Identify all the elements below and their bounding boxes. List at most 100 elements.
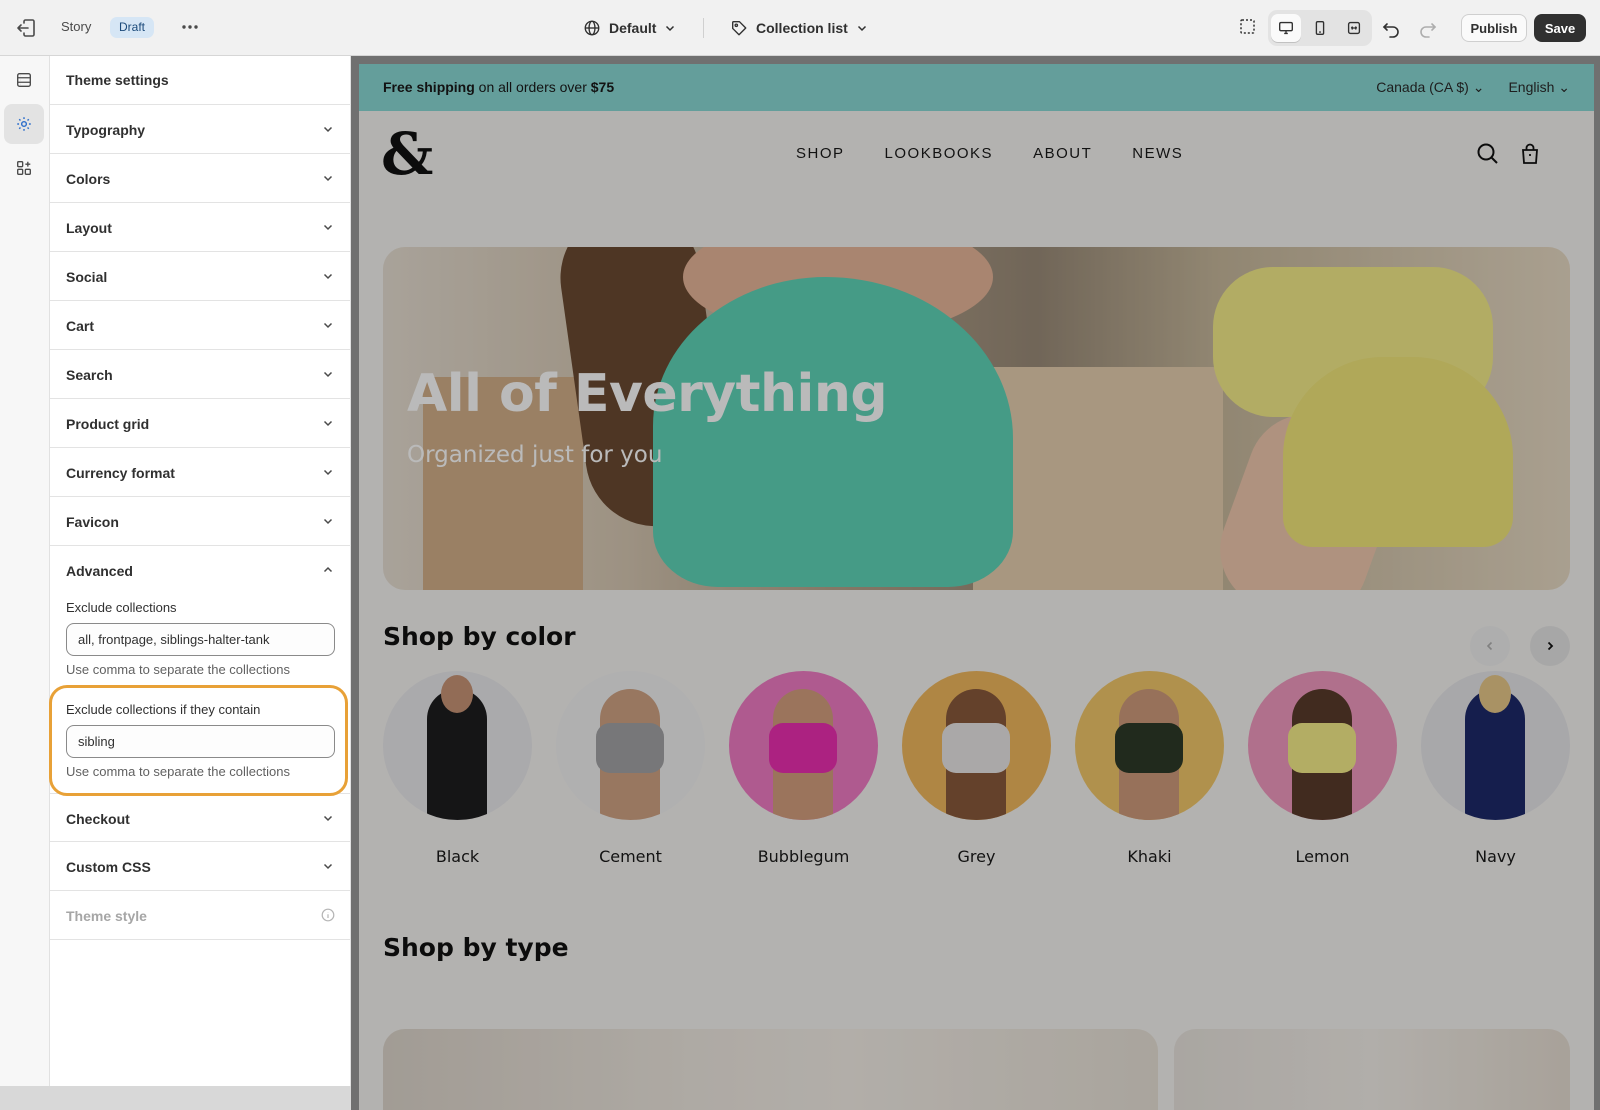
color-swatch-black[interactable]: Black bbox=[383, 671, 532, 866]
swatch-figure bbox=[441, 675, 473, 713]
exclude-contain-help: Use comma to separate the collections bbox=[66, 764, 290, 779]
carousel-prev-button[interactable] bbox=[1470, 626, 1510, 666]
save-button[interactable]: Save bbox=[1534, 14, 1586, 42]
chevron-down-icon bbox=[323, 371, 333, 378]
swatch-image bbox=[729, 671, 878, 820]
section-currency-format[interactable]: Currency format bbox=[50, 448, 351, 497]
nav-item-shop[interactable]: SHOP bbox=[796, 145, 845, 162]
swatch-image bbox=[556, 671, 705, 820]
language-selector[interactable]: English ⌄ bbox=[1508, 79, 1570, 96]
swatch-label: Lemon bbox=[1295, 847, 1350, 866]
swatch-figure bbox=[1479, 675, 1511, 713]
section-custom-css[interactable]: Custom CSS bbox=[50, 842, 351, 891]
hero-subtitle: Organized just for you bbox=[407, 442, 663, 468]
chevron-down-icon bbox=[323, 469, 333, 476]
nav-item-news[interactable]: NEWS bbox=[1132, 145, 1183, 162]
section-label: Currency format bbox=[66, 465, 175, 481]
draft-badge: Draft bbox=[110, 17, 155, 38]
swatch-figure bbox=[1288, 723, 1356, 773]
nav-item-about[interactable]: ABOUT bbox=[1033, 145, 1092, 162]
carousel-next-button[interactable] bbox=[1530, 626, 1570, 666]
mobile-icon[interactable] bbox=[1305, 14, 1335, 42]
color-swatch-cement[interactable]: Cement bbox=[556, 671, 705, 866]
country-selector[interactable]: Canada (CA $) ⌄ bbox=[1376, 79, 1484, 96]
section-favicon[interactable]: Favicon bbox=[50, 497, 351, 546]
color-swatch-khaki[interactable]: Khaki bbox=[1075, 671, 1224, 866]
section-label: Advanced bbox=[66, 563, 133, 579]
template-selector[interactable]: Collection list bbox=[730, 14, 868, 42]
section-label: Colors bbox=[66, 171, 111, 187]
announcement-bar: Free shipping on all orders over $75 Can… bbox=[359, 64, 1594, 111]
type-card[interactable] bbox=[383, 1029, 1158, 1110]
desktop-icon[interactable] bbox=[1271, 14, 1301, 42]
chevron-down-icon bbox=[666, 25, 675, 32]
editor-icon-rail bbox=[0, 56, 50, 1086]
globe-icon bbox=[584, 20, 600, 36]
chevron-down-icon bbox=[323, 420, 333, 427]
chevron-down-icon bbox=[323, 815, 333, 822]
section-label: Theme style bbox=[66, 908, 147, 924]
chevron-left-icon bbox=[1486, 641, 1493, 651]
swatch-label: Bubblegum bbox=[757, 847, 850, 866]
tag-icon bbox=[732, 21, 747, 36]
section-checkout[interactable]: Checkout bbox=[50, 793, 351, 842]
section-label: Cart bbox=[66, 318, 95, 334]
theme-settings-gear-icon[interactable] bbox=[4, 104, 44, 144]
store-logo[interactable]: & bbox=[381, 125, 433, 183]
theme-selector[interactable]: Default bbox=[583, 14, 676, 42]
section-product-grid[interactable]: Product grid bbox=[50, 399, 351, 448]
chevron-down-icon bbox=[323, 175, 333, 182]
section-label: Product grid bbox=[66, 416, 150, 432]
undo-icon[interactable] bbox=[1379, 16, 1403, 40]
publish-button[interactable]: Publish bbox=[1461, 14, 1527, 42]
nav-item-lookbooks[interactable]: LOOKBOOKS bbox=[885, 145, 994, 162]
inspector-icon[interactable] bbox=[1237, 16, 1261, 40]
search-icon[interactable] bbox=[1475, 141, 1501, 167]
apps-icon[interactable] bbox=[4, 148, 44, 188]
localization-selectors: Canada (CA $) ⌄ English ⌄ bbox=[1376, 79, 1570, 96]
exclude-contain-input[interactable] bbox=[66, 725, 335, 758]
fullwidth-icon[interactable] bbox=[1339, 14, 1369, 42]
section-colors[interactable]: Colors bbox=[50, 154, 351, 203]
exclude-contain-label: Exclude collections if they contain bbox=[66, 702, 261, 717]
swatch-label: Khaki bbox=[1127, 847, 1172, 866]
color-swatch-grey[interactable]: Grey bbox=[902, 671, 1051, 866]
topbar-divider bbox=[703, 18, 704, 38]
more-options-icon[interactable] bbox=[178, 15, 202, 39]
exclude-collections-input[interactable] bbox=[66, 623, 335, 656]
type-card[interactable] bbox=[1174, 1029, 1570, 1110]
section-advanced[interactable]: Advanced bbox=[50, 546, 351, 595]
exit-icon[interactable] bbox=[14, 16, 38, 40]
section-cart[interactable]: Cart bbox=[50, 301, 351, 350]
cart-bag-icon[interactable] bbox=[1517, 141, 1543, 167]
section-label: Favicon bbox=[66, 514, 119, 530]
info-icon[interactable] bbox=[321, 908, 335, 922]
template-selector-label: Collection list bbox=[756, 20, 848, 36]
chevron-down-icon bbox=[323, 518, 333, 525]
section-search[interactable]: Search bbox=[50, 350, 351, 399]
device-toggle-group bbox=[1268, 10, 1372, 46]
swatch-label: Grey bbox=[957, 847, 996, 866]
theme-settings-panel: Theme settings Typography Colors Layout … bbox=[50, 56, 351, 1086]
section-layout[interactable]: Layout bbox=[50, 203, 351, 252]
hero-title: All of Everything bbox=[407, 364, 888, 424]
section-theme-style: Theme style bbox=[50, 891, 351, 940]
section-social[interactable]: Social bbox=[50, 252, 351, 301]
hero-image-shape bbox=[1283, 357, 1513, 547]
storefront-preview: Free shipping on all orders over $75 Can… bbox=[359, 64, 1594, 1110]
swatch-label: Navy bbox=[1475, 847, 1516, 866]
section-label: Typography bbox=[66, 122, 146, 138]
shop-by-color-title: Shop by color bbox=[383, 622, 576, 651]
panel-title: Theme settings bbox=[66, 72, 169, 88]
announcement-text: Free shipping on all orders over $75 bbox=[383, 79, 615, 95]
chevron-down-icon bbox=[323, 224, 333, 231]
color-swatch-navy[interactable]: Navy bbox=[1421, 671, 1570, 866]
color-swatch-bubblegum[interactable]: Bubblegum bbox=[729, 671, 878, 866]
sections-icon[interactable] bbox=[4, 60, 44, 100]
redo-icon[interactable] bbox=[1416, 16, 1440, 40]
color-swatch-lemon[interactable]: Lemon bbox=[1248, 671, 1397, 866]
section-typography[interactable]: Typography bbox=[50, 105, 351, 154]
hero-image-shape bbox=[653, 277, 1013, 587]
swatch-image bbox=[1075, 671, 1224, 820]
section-label: Layout bbox=[66, 220, 112, 236]
